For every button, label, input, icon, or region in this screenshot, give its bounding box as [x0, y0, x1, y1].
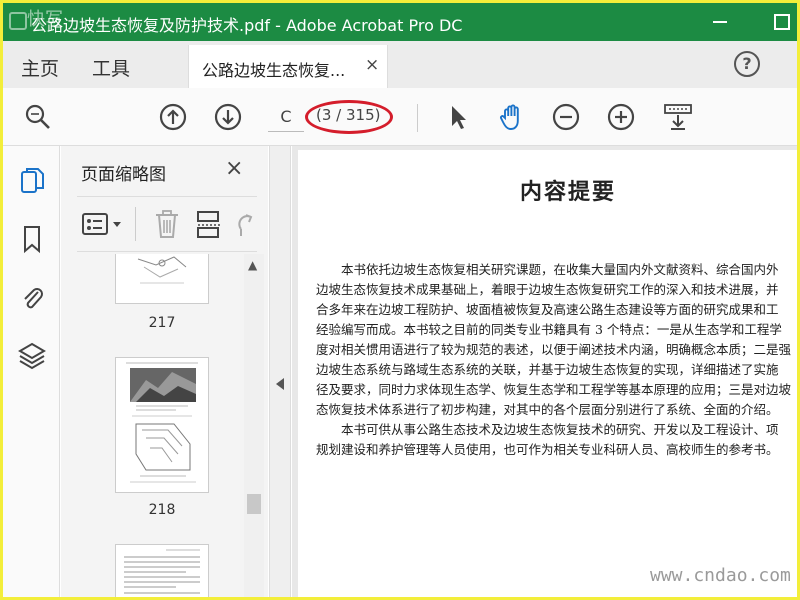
scroll-up-icon[interactable]: ▲ — [248, 258, 257, 272]
minimize-button[interactable] — [708, 11, 732, 31]
collapse-left-icon[interactable] — [276, 378, 284, 390]
layers-icon[interactable] — [18, 340, 46, 370]
page-number-input[interactable]: C — [268, 102, 304, 132]
rotate-page-icon[interactable] — [233, 209, 257, 239]
page-thumbnail-218[interactable] — [115, 357, 209, 493]
bookmark-icon[interactable] — [18, 224, 46, 254]
document-tab-label: 公路边坡生态恢复... — [202, 61, 346, 80]
next-page-icon[interactable] — [213, 102, 243, 132]
top-watermark: 快写 — [27, 9, 63, 30]
scroll-mode-icon[interactable] — [663, 102, 693, 132]
page-body-text: 本书依托边坡生态恢复相关研究课题，在收集大量国内外文献资料、综合国内外 边坡生态… — [316, 260, 797, 460]
body-line: 径及要求，同时力求体现生态学、恢复生态学和工程学等基本原理的应用；三是对边坡 — [316, 382, 792, 397]
body-line: 本书依托边坡生态恢复相关研究课题，在收集大量国内外文献资料、综合国内外 — [316, 262, 779, 277]
attachment-icon[interactable] — [18, 282, 46, 312]
zoom-in-icon[interactable] — [606, 102, 636, 132]
page-thumbnails-panel: 页面缩略图 × 217 218 ▲ — [61, 146, 268, 597]
prev-page-icon[interactable] — [158, 102, 188, 132]
title-bar: 公路边坡生态恢复及防护技术.pdf - Adobe Acrobat Pro DC… — [3, 3, 797, 41]
page-thumbnail-219[interactable] — [115, 544, 209, 597]
hand-icon[interactable] — [497, 102, 527, 132]
panel-toolbar-divider — [135, 207, 136, 241]
window-title: 公路边坡生态恢复及防护技术.pdf - Adobe Acrobat Pro DC — [31, 16, 463, 35]
thumbnail-list[interactable]: 217 218 — [61, 254, 244, 597]
document-tab[interactable]: 公路边坡生态恢复... × — [188, 45, 388, 88]
bottom-watermark: www.cndao.com — [650, 565, 791, 586]
scrollbar-thumb[interactable] — [247, 494, 261, 514]
tools-tab[interactable]: 工具 — [92, 54, 130, 81]
app-window: 公路边坡生态恢复及防护技术.pdf - Adobe Acrobat Pro DC… — [3, 3, 797, 597]
thumbnail-label: 218 — [148, 502, 176, 518]
document-view[interactable]: 内容提要 本书依托边坡生态恢复相关研究课题，在收集大量国内外文献资料、综合国内外… — [292, 146, 797, 597]
document-tab-close-icon[interactable]: × — [365, 55, 379, 75]
toolbar-divider — [417, 104, 418, 132]
thumbnail-218-preview — [126, 362, 198, 483]
page-heading: 内容提要 — [519, 179, 616, 205]
body-line: 度对相关惯用语进行了较为规范的表述，以便于阐述技术内涵，明确概念本质；二是强 — [316, 342, 792, 357]
zoom-out-icon[interactable] — [551, 102, 581, 132]
acrobat-app-icon — [9, 12, 27, 30]
body-line: 态恢复技术体系进行了初步构建，对其中的各个层面分别进行了系统、全面的介绍。 — [316, 402, 779, 417]
page-thumbnails-icon[interactable] — [18, 166, 46, 196]
help-icon[interactable]: ? — [734, 51, 760, 77]
thumbnail-options-icon[interactable] — [81, 211, 127, 239]
pdf-page: 内容提要 本书依托边坡生态恢复相关研究课题，在收集大量国内外文献资料、综合国内外… — [298, 150, 797, 597]
panel-close-icon[interactable]: × — [225, 156, 243, 181]
home-tab[interactable]: 主页 — [21, 54, 59, 81]
panel-collapse-handle[interactable] — [269, 146, 291, 597]
body-line: 本书可供从事公路生态技术及边坡生态恢复技术的研究、开发以及工程设计、项 — [316, 422, 779, 437]
body-line: 规划建设和养护管理等人员使用，也可作为相关专业科研人员、高校师生的参考书。 — [316, 442, 779, 457]
body-line: 合多年来在边坡工程防护、坡面植被恢复及高速公路生态建设等方面的研究成果和工 — [316, 302, 779, 317]
magnifier-icon[interactable] — [23, 102, 53, 132]
highlight-annotation-ellipse — [305, 100, 393, 134]
panel-toolbar — [77, 196, 257, 252]
panel-title: 页面缩略图 — [81, 165, 166, 185]
maximize-button[interactable] — [769, 11, 793, 31]
body-line: 边坡生态恢复技术成果基础上，着眼于边坡生态恢复研究工作的深入和技术进展，并 — [316, 282, 779, 297]
thumbnail-219-preview — [124, 549, 200, 594]
page-thumbnail-217[interactable] — [115, 254, 209, 304]
body-line: 经验编写而成。本书较之目前的同类专业书籍具有 3 个特点：一是从生态学和工程学 — [316, 322, 782, 337]
thumbnail-217-preview — [137, 256, 187, 284]
extract-page-icon[interactable] — [195, 209, 223, 239]
thumbnail-scrollbar[interactable]: ▲ — [244, 254, 264, 597]
select-arrow-icon[interactable] — [443, 102, 473, 132]
toolbar: C (3 / 315) — [3, 88, 797, 146]
menu-bar: 主页 工具 公路边坡生态恢复... × ? — [3, 41, 797, 88]
thumbnail-label: 217 — [148, 315, 176, 331]
left-tool-rail — [3, 146, 60, 597]
delete-page-icon[interactable] — [153, 209, 181, 239]
body-line: 边坡生态系统与路域生态系统的关联，并基于边坡生态恢复的实现，详细描述了实施 — [316, 362, 779, 377]
